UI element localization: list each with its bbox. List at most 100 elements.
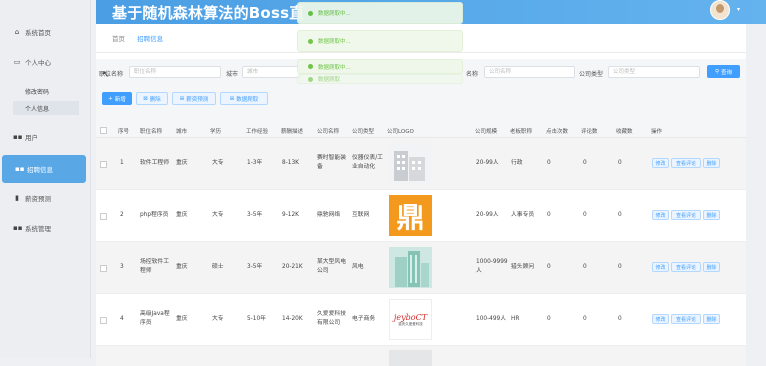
delete-row-button[interactable]: 删除 xyxy=(703,158,720,168)
salary-prediction-label: 薪资预测 xyxy=(186,96,209,103)
company-name-input[interactable]: 公司名称 xyxy=(484,66,575,78)
cell-size: 20-99人 xyxy=(476,160,499,166)
sidebar-item-profile[interactable]: ▭ 个人中心 xyxy=(0,52,88,72)
row-checkbox[interactable] xyxy=(100,317,107,324)
cell-boss: HR xyxy=(511,316,520,322)
cell-edu: 大专 xyxy=(212,160,224,166)
cell-salary: 14-20K xyxy=(282,316,303,322)
sidebar-subitem-label: 个人信息 xyxy=(25,105,50,113)
view-comments-button[interactable]: 查看评论 xyxy=(671,314,701,324)
select-all-checkbox[interactable] xyxy=(100,127,107,134)
sidebar-item-label: 用户 xyxy=(25,134,38,142)
edit-button[interactable]: 修改 xyxy=(652,262,669,272)
cell-job: 软件工程师 xyxy=(140,160,169,166)
query-button[interactable]: ⚲ 查询 xyxy=(707,65,740,78)
add-button-label: 新增 xyxy=(114,96,126,103)
trash-icon: ⊠ xyxy=(143,95,148,102)
toast-message: 数据爬取中... xyxy=(297,59,463,74)
logo-text: 鼎 xyxy=(396,200,425,234)
delete-row-button[interactable]: 删除 xyxy=(703,262,720,272)
sidebar-item-label: 系统首页 xyxy=(25,29,51,37)
sidebar-subitem-label: 修改密码 xyxy=(25,88,50,96)
view-comments-button[interactable]: 查看评论 xyxy=(671,158,701,168)
salary-prediction-button[interactable]: ⊞ 薪资预测 xyxy=(172,92,216,105)
sidebar-item-home[interactable]: ⌂ 系统首页 xyxy=(0,22,88,42)
cell-no: 4 xyxy=(120,316,124,322)
logo-text: jeyboCT xyxy=(393,312,428,322)
cell-no: 3 xyxy=(120,264,124,270)
company-type-input[interactable]: 公司类型 xyxy=(608,66,700,78)
table-row: 1 软件工程师 重庆 大专 1-3年 8-13K 赛时智能装备 仪器仪表/工业自… xyxy=(96,138,746,190)
col-header: 工作经验 xyxy=(246,129,269,135)
company-logo-partial xyxy=(389,350,432,366)
col-header: 职位名称 xyxy=(140,129,163,135)
delete-row-button[interactable]: 删除 xyxy=(703,314,720,324)
home-icon: ⌂ xyxy=(14,28,20,36)
cell-company: 某大型风电公司 xyxy=(317,259,346,274)
row-checkbox[interactable] xyxy=(100,265,107,272)
avatar[interactable] xyxy=(710,0,730,20)
cell-edu: 大专 xyxy=(212,212,224,218)
chevron-down-icon[interactable]: ▾ xyxy=(737,6,740,13)
city-input[interactable]: 城市 xyxy=(242,66,300,78)
mouse-cursor-icon: ↖ xyxy=(102,70,110,80)
cell-exp: 1-3年 xyxy=(247,160,263,166)
view-comments-button[interactable]: 查看评论 xyxy=(671,210,701,220)
delete-button[interactable]: ⊠ 删除 xyxy=(136,92,168,105)
toast-text: 数据爬取中... xyxy=(318,11,351,17)
cell-exp: 3-5年 xyxy=(247,264,263,270)
cell-size: 1000-9999人 xyxy=(476,259,508,274)
cell-favs: 0 xyxy=(618,264,622,270)
cell-exp: 5-10年 xyxy=(247,316,266,322)
cell-city: 重庆 xyxy=(176,316,188,322)
cell-comments: 0 xyxy=(583,264,587,270)
col-header: 公司名称 xyxy=(317,129,340,135)
table-row: 3 场控软件工程师 重庆 硕士 3-5年 20-21K 某大型风电公司 风电 1… xyxy=(96,242,746,294)
query-button-label: 查询 xyxy=(721,69,733,76)
crawl-data-button[interactable]: ⊞ 数据爬取 xyxy=(220,92,268,105)
cell-favs: 0 xyxy=(618,160,622,166)
edit-button[interactable]: 修改 xyxy=(652,210,669,220)
delete-row-button[interactable]: 删除 xyxy=(703,210,720,220)
cell-clicks: 0 xyxy=(547,316,551,322)
breadcrumb-current: 招聘信息 xyxy=(137,35,164,43)
toast-text: 数据爬取中... xyxy=(318,39,351,45)
cell-type: 风电 xyxy=(352,264,364,270)
edit-button[interactable]: 修改 xyxy=(652,158,669,168)
sidebar-item-system[interactable]: ▪▪ 系统管理 xyxy=(0,218,88,238)
cell-boss: 人事专员 xyxy=(511,212,535,218)
add-button[interactable]: + 新增 xyxy=(102,92,132,105)
cell-favs: 0 xyxy=(618,316,622,322)
delete-button-label: 删除 xyxy=(149,96,161,103)
success-icon xyxy=(308,76,313,82)
sidebar-item-label: 个人中心 xyxy=(25,59,51,67)
sidebar-item-jobs[interactable]: ▪▪ 招聘信息 xyxy=(2,155,86,183)
success-icon xyxy=(308,10,313,16)
grid-icon: ▪▪ xyxy=(13,133,23,141)
refresh-icon: ⊞ xyxy=(229,95,235,102)
cell-job: php程序员 xyxy=(140,212,169,218)
job-name-input[interactable]: 职位名称 xyxy=(129,66,221,78)
building-icon xyxy=(395,251,429,287)
edit-button[interactable]: 修改 xyxy=(652,314,669,324)
sidebar-item-salary-prediction[interactable]: ▮ 薪资预测 xyxy=(0,188,88,208)
cell-size: 20-99人 xyxy=(476,212,499,218)
col-header: 公司LOGO xyxy=(387,129,414,135)
row-checkbox[interactable] xyxy=(100,213,107,220)
col-header: 薪酬描述 xyxy=(281,129,304,135)
view-comments-button[interactable]: 查看评论 xyxy=(671,262,701,272)
breadcrumb-home[interactable]: 首页 xyxy=(112,35,125,43)
sidebar-subitem-change-password[interactable]: 修改密码 xyxy=(13,84,79,98)
col-header: 收藏数 xyxy=(616,129,633,135)
sidebar-item-users[interactable]: ▪▪ 用户 xyxy=(0,127,88,147)
cell-city: 重庆 xyxy=(176,212,188,218)
cell-comments: 0 xyxy=(583,212,587,218)
search-icon: ⚲ xyxy=(714,68,719,75)
chart-icon: ▮ xyxy=(15,194,19,202)
sidebar-subitem-personal-info[interactable]: 个人信息 xyxy=(13,101,79,115)
cell-salary: 8-13K xyxy=(282,160,299,166)
label-company-type: 公司类型 xyxy=(579,71,604,78)
row-checkbox[interactable] xyxy=(100,161,107,168)
cell-clicks: 0 xyxy=(547,212,551,218)
col-header: 评论数 xyxy=(581,129,598,135)
